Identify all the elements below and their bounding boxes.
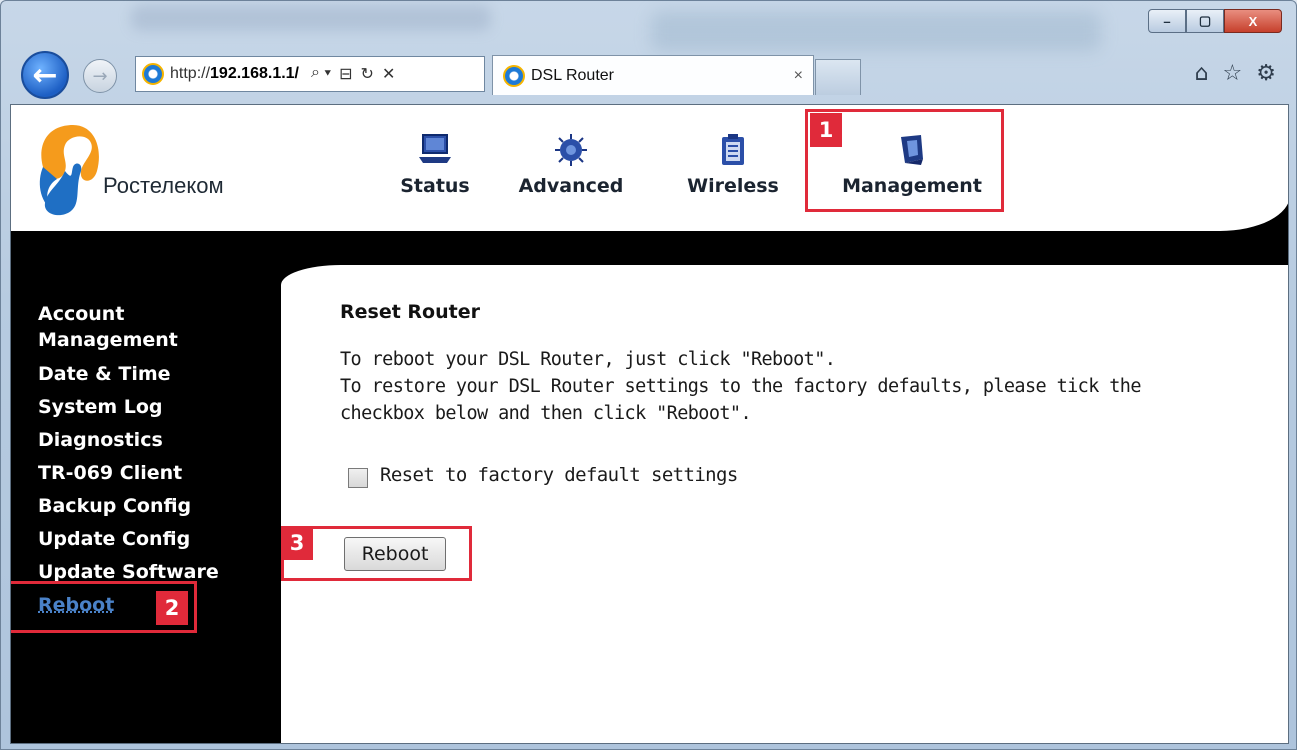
forward-arrow-icon: → <box>92 65 108 87</box>
nav-advanced-label: Advanced <box>518 175 624 197</box>
home-icon[interactable]: ⌂ <box>1195 61 1209 86</box>
search-dropdown-icon[interactable]: ⌕ ▾ <box>311 64 331 84</box>
annotation-number-3: 3 <box>281 526 313 560</box>
sidebar-item-label: Management <box>38 329 178 351</box>
instruction-line-2: To restore your DSL Router settings to t… <box>340 376 1141 397</box>
window-controls: – ▢ X <box>1148 9 1282 33</box>
stop-icon[interactable]: ✕ <box>382 64 395 84</box>
tab-close-icon[interactable]: × <box>794 67 803 85</box>
url-host: 192.168.1.1/ <box>210 65 299 82</box>
nav-advanced[interactable]: Advanced <box>511 133 631 197</box>
sidebar-menu: Account Management Date & Time System Lo… <box>11 231 281 743</box>
compatibility-view-icon[interactable]: ⊟ <box>339 64 352 84</box>
sidebar-item-label: Account <box>38 303 125 325</box>
sidebar-item-diagnostics[interactable]: Diagnostics <box>38 427 163 453</box>
factory-reset-label: Reset to factory default settings <box>380 464 738 486</box>
nav-status[interactable]: Status <box>395 133 475 197</box>
annotation-number-2: 2 <box>156 591 188 625</box>
new-tab-button[interactable] <box>815 59 861 95</box>
page-viewport: Ростелеком Status Advanced Wireless Mana… <box>10 104 1289 744</box>
rostelecom-logo-icon <box>39 125 99 216</box>
reboot-button[interactable]: Reboot <box>344 537 446 571</box>
page-title: Reset Router <box>340 301 480 323</box>
tab-dsl-router[interactable]: DSL Router × <box>492 55 814 95</box>
url-prefix: http:// <box>170 65 211 82</box>
router-header: Ростелеком Status Advanced Wireless Mana… <box>11 105 1288 231</box>
clipboard-icon <box>722 134 744 165</box>
back-arrow-icon: ← <box>32 57 58 93</box>
browser-window: – ▢ X ← → http:// 192.168.1.1/ ⌕ ▾ ⊟ ↻ ✕… <box>0 0 1297 750</box>
tab-title: DSL Router <box>531 66 614 84</box>
address-bar[interactable]: http:// 192.168.1.1/ ⌕ ▾ ⊟ ↻ ✕ <box>135 56 485 92</box>
main-content: Reset Router To reboot your DSL Router, … <box>281 265 1288 743</box>
minimize-button[interactable]: – <box>1148 9 1186 33</box>
brand-name: Ростелеком <box>103 173 224 198</box>
ie-tab-icon <box>503 64 525 87</box>
browser-toolbar-right: ⌂ ☆ ⚙ <box>1195 61 1276 86</box>
laptop-icon <box>419 134 451 163</box>
sidebar-item-update-config[interactable]: Update Config <box>38 526 190 552</box>
nav-wireless[interactable]: Wireless <box>683 133 783 197</box>
ie-icon <box>142 63 164 85</box>
back-button[interactable]: ← <box>21 51 69 99</box>
chip-icon <box>555 134 587 166</box>
instruction-line-3: checkbox below and then click "Reboot". <box>340 403 752 424</box>
factory-reset-checkbox[interactable] <box>348 468 368 488</box>
sidebar-item-system-log[interactable]: System Log <box>38 394 163 420</box>
refresh-icon[interactable]: ↻ <box>361 64 374 84</box>
instruction-line-1: To reboot your DSL Router, just click "R… <box>340 349 836 370</box>
sidebar-item-date-time[interactable]: Date & Time <box>38 361 171 387</box>
sidebar-item-account-management[interactable]: Account Management <box>38 301 178 353</box>
close-window-button[interactable]: X <box>1224 9 1282 33</box>
sidebar-item-tr069-client[interactable]: TR-069 Client <box>38 460 182 486</box>
maximize-button[interactable]: ▢ <box>1186 9 1224 33</box>
nav-wireless-label: Wireless <box>687 175 779 197</box>
favorites-star-icon[interactable]: ☆ <box>1223 61 1243 86</box>
nav-status-label: Status <box>400 175 470 197</box>
annotation-number-1: 1 <box>810 113 842 147</box>
sidebar-item-backup-config[interactable]: Backup Config <box>38 493 191 519</box>
settings-gear-icon[interactable]: ⚙ <box>1256 61 1276 86</box>
forward-button[interactable]: → <box>83 59 117 93</box>
